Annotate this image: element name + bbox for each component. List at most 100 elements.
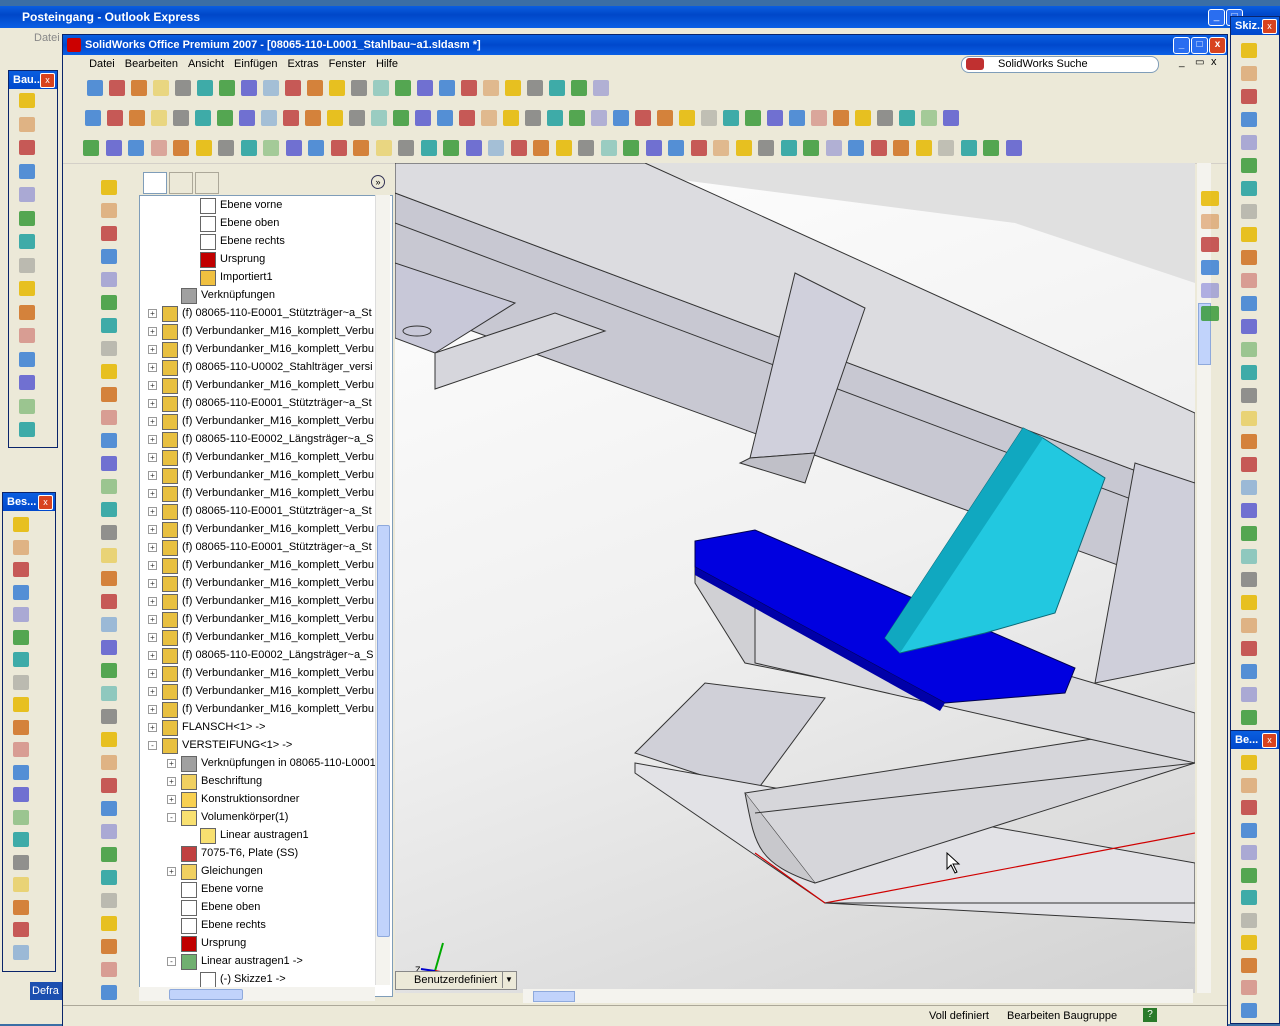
graphics-viewport[interactable]: Z X [395,163,1195,993]
expand-icon[interactable]: + [148,723,157,732]
toolbar-button-icon[interactable] [443,140,459,156]
tool-icon[interactable] [101,479,117,494]
toolbar-button-icon[interactable] [943,110,959,126]
tool-icon[interactable] [13,652,29,667]
tab-featuremanager[interactable] [143,172,167,194]
tool-icon[interactable] [101,502,117,517]
toolbar-button-icon[interactable] [505,80,521,96]
expand-icon[interactable]: + [148,489,157,498]
toolbar-button-icon[interactable] [83,140,99,156]
toolbar-button-icon[interactable] [713,140,729,156]
hscroll-thumb[interactable] [169,989,243,1000]
close-icon[interactable]: x [40,73,55,88]
close-button[interactable]: x [1209,37,1226,54]
toolbar-button-icon[interactable] [285,140,302,156]
expand-icon[interactable]: + [148,327,157,336]
collapse-icon[interactable]: - [167,957,176,966]
view-config-combo[interactable]: Benutzerdefiniert ▼ [395,971,517,990]
toolbar-button-icon[interactable] [197,80,213,96]
toolbar-button-icon[interactable] [459,110,475,126]
tree-scrollbar[interactable] [375,195,390,985]
menu-bearbeiten[interactable]: Bearbeiten [120,55,183,73]
expand-icon[interactable]: + [148,363,157,372]
tool-icon[interactable] [101,617,117,632]
toolbar-button-icon[interactable] [375,140,392,156]
toolbar-button-icon[interactable] [283,110,299,126]
toolbar-button-icon[interactable] [811,110,827,126]
toolbar-button-icon[interactable] [735,140,752,156]
tool-icon[interactable] [101,203,117,218]
collapse-icon[interactable]: - [148,741,157,750]
toolbar-button-icon[interactable] [613,110,629,126]
tool-icon[interactable] [1241,618,1257,633]
expand-icon[interactable]: + [148,705,157,714]
expand-icon[interactable]: + [148,525,157,534]
toolbar-button-icon[interactable] [351,80,367,96]
tool-icon[interactable] [101,594,117,609]
tool-icon[interactable] [1241,867,1257,883]
tool-icon[interactable] [1241,66,1257,81]
expand-icon[interactable]: + [167,795,176,804]
tool-icon[interactable] [13,877,29,892]
expand-icon[interactable]: + [148,669,157,678]
tool-icon[interactable] [1241,572,1257,587]
tool-icon[interactable] [101,847,117,862]
toolbar-button-icon[interactable] [701,110,717,126]
toolbar-button-icon[interactable] [349,110,365,126]
toolbar-button-icon[interactable] [960,140,977,156]
tool-icon[interactable] [19,281,35,296]
tool-icon[interactable] [101,824,117,839]
hscroll-thumb[interactable] [533,991,575,1002]
tool-icon[interactable] [13,674,29,690]
expand-icon[interactable]: + [148,543,157,552]
toolbar-button-icon[interactable] [240,140,257,156]
tool-icon[interactable] [19,163,35,179]
viewport-hscrollbar[interactable] [523,989,1193,1003]
tool-icon[interactable] [101,226,117,241]
toolbar-button-icon[interactable] [623,140,639,156]
tool-icon[interactable] [101,732,117,747]
expand-icon[interactable]: + [148,507,157,516]
toolbar-button-icon[interactable] [593,80,609,96]
tool-icon[interactable] [1201,283,1219,298]
tool-icon[interactable] [101,962,117,977]
search-box[interactable]: SolidWorks Suche [961,56,1159,73]
tool-icon[interactable] [1241,365,1257,380]
expand-icon[interactable]: + [167,759,176,768]
maximize-button[interactable]: □ [1191,37,1208,54]
tool-icon[interactable] [19,304,35,320]
toolbar-button-icon[interactable] [758,140,774,156]
toolbar-button-icon[interactable] [330,140,347,156]
toolbar-button-icon[interactable] [723,110,739,126]
expand-icon[interactable]: + [148,471,157,480]
toolbar-button-icon[interactable] [109,80,125,96]
tool-icon[interactable] [101,295,117,310]
tool-icon[interactable] [13,517,29,532]
tool-icon[interactable] [101,318,117,333]
tool-icon[interactable] [1241,980,1257,995]
toolbar-button-icon[interactable] [393,110,409,126]
menu-datei[interactable]: Datei [84,55,120,73]
toolbar-button-icon[interactable] [327,110,343,126]
close-icon[interactable]: x [38,495,53,510]
tool-icon[interactable] [1241,480,1257,495]
menu-ansicht[interactable]: Ansicht [183,55,229,73]
tool-icon[interactable] [19,351,35,367]
toolbar-button-icon[interactable] [510,140,527,156]
tool-icon[interactable] [1241,250,1257,265]
toolbar-button-icon[interactable] [679,110,695,126]
doc-restore-button[interactable]: ▭ [1195,57,1204,68]
tool-icon[interactable] [1241,595,1257,610]
expand-icon[interactable]: + [148,615,157,624]
toolbar-button-icon[interactable] [195,110,211,126]
tool-icon[interactable] [101,778,117,793]
tool-icon[interactable] [13,787,29,802]
tool-icon[interactable] [19,93,35,108]
tool-icon[interactable] [13,764,29,780]
toolbar-button-icon[interactable] [415,110,431,126]
toolbar-button-icon[interactable] [555,140,572,156]
toolbar-button-icon[interactable] [241,80,257,96]
toolbar-button-icon[interactable] [789,110,805,126]
menu-hilfe[interactable]: Hilfe [371,55,403,73]
toolbar-button-icon[interactable] [261,110,277,126]
